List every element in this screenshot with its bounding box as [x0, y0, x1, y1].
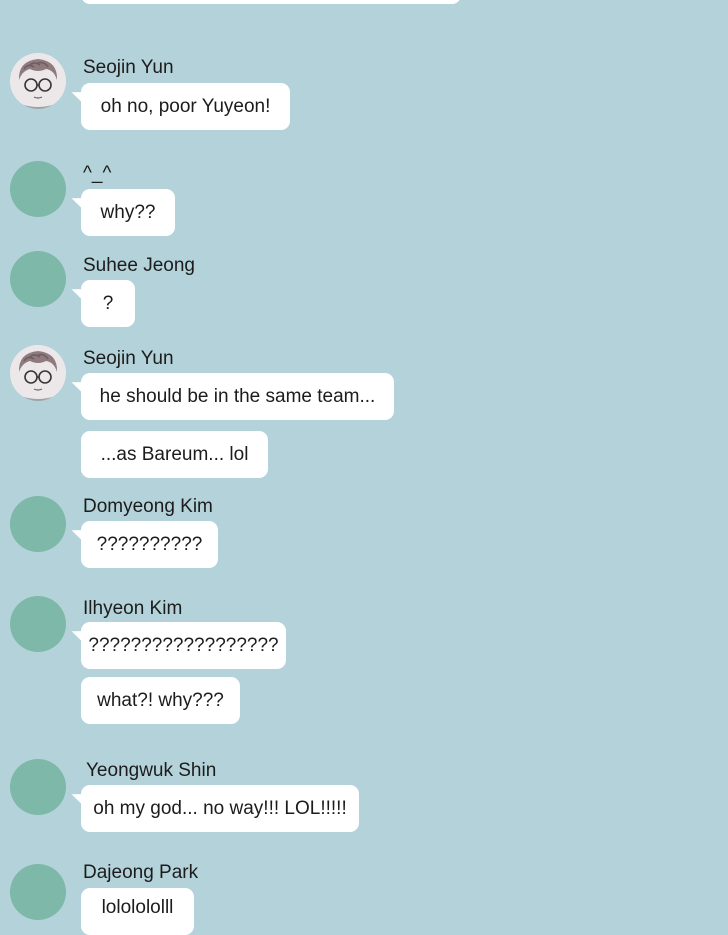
default-avatar[interactable]: [10, 496, 66, 552]
message-bubble[interactable]: what?! why???: [81, 677, 240, 724]
message-bubble[interactable]: oh no, poor Yuyeon!: [81, 83, 290, 130]
sender-name: Seojin Yun: [83, 57, 174, 78]
portrait-avatar-icon: [10, 53, 66, 109]
sender-name: Dajeong Park: [83, 862, 199, 883]
message-bubble[interactable]: ??????????????????: [81, 622, 286, 669]
message-bubble[interactable]: ??????????: [81, 521, 218, 568]
sender-name: ^_^: [83, 163, 112, 184]
message-bubble[interactable]: oh my god... no way!!! LOL!!!!!: [81, 785, 359, 832]
sender-name: Ilhyeon Kim: [83, 598, 183, 619]
message-bubble[interactable]: why??: [81, 189, 175, 236]
portrait-avatar[interactable]: [10, 53, 66, 109]
default-avatar[interactable]: [10, 759, 66, 815]
default-avatar[interactable]: [10, 864, 66, 920]
message-bubble[interactable]: ...as Bareum... lol: [81, 431, 268, 478]
portrait-avatar[interactable]: [10, 345, 66, 401]
sender-name: Suhee Jeong: [83, 255, 195, 276]
default-avatar[interactable]: [10, 596, 66, 652]
portrait-avatar-icon: [10, 345, 66, 401]
sender-name: Domyeong Kim: [83, 496, 213, 517]
sender-name: Seojin Yun: [83, 348, 174, 369]
message-bubble[interactable]: lololololll: [81, 888, 194, 935]
message-bubble[interactable]: ?: [81, 280, 135, 327]
message-bubble[interactable]: he should be in the same team...: [81, 373, 394, 420]
default-avatar[interactable]: [10, 161, 66, 217]
previous-message-bubble: [81, 0, 461, 4]
default-avatar[interactable]: [10, 251, 66, 307]
sender-name: Yeongwuk Shin: [86, 760, 217, 781]
